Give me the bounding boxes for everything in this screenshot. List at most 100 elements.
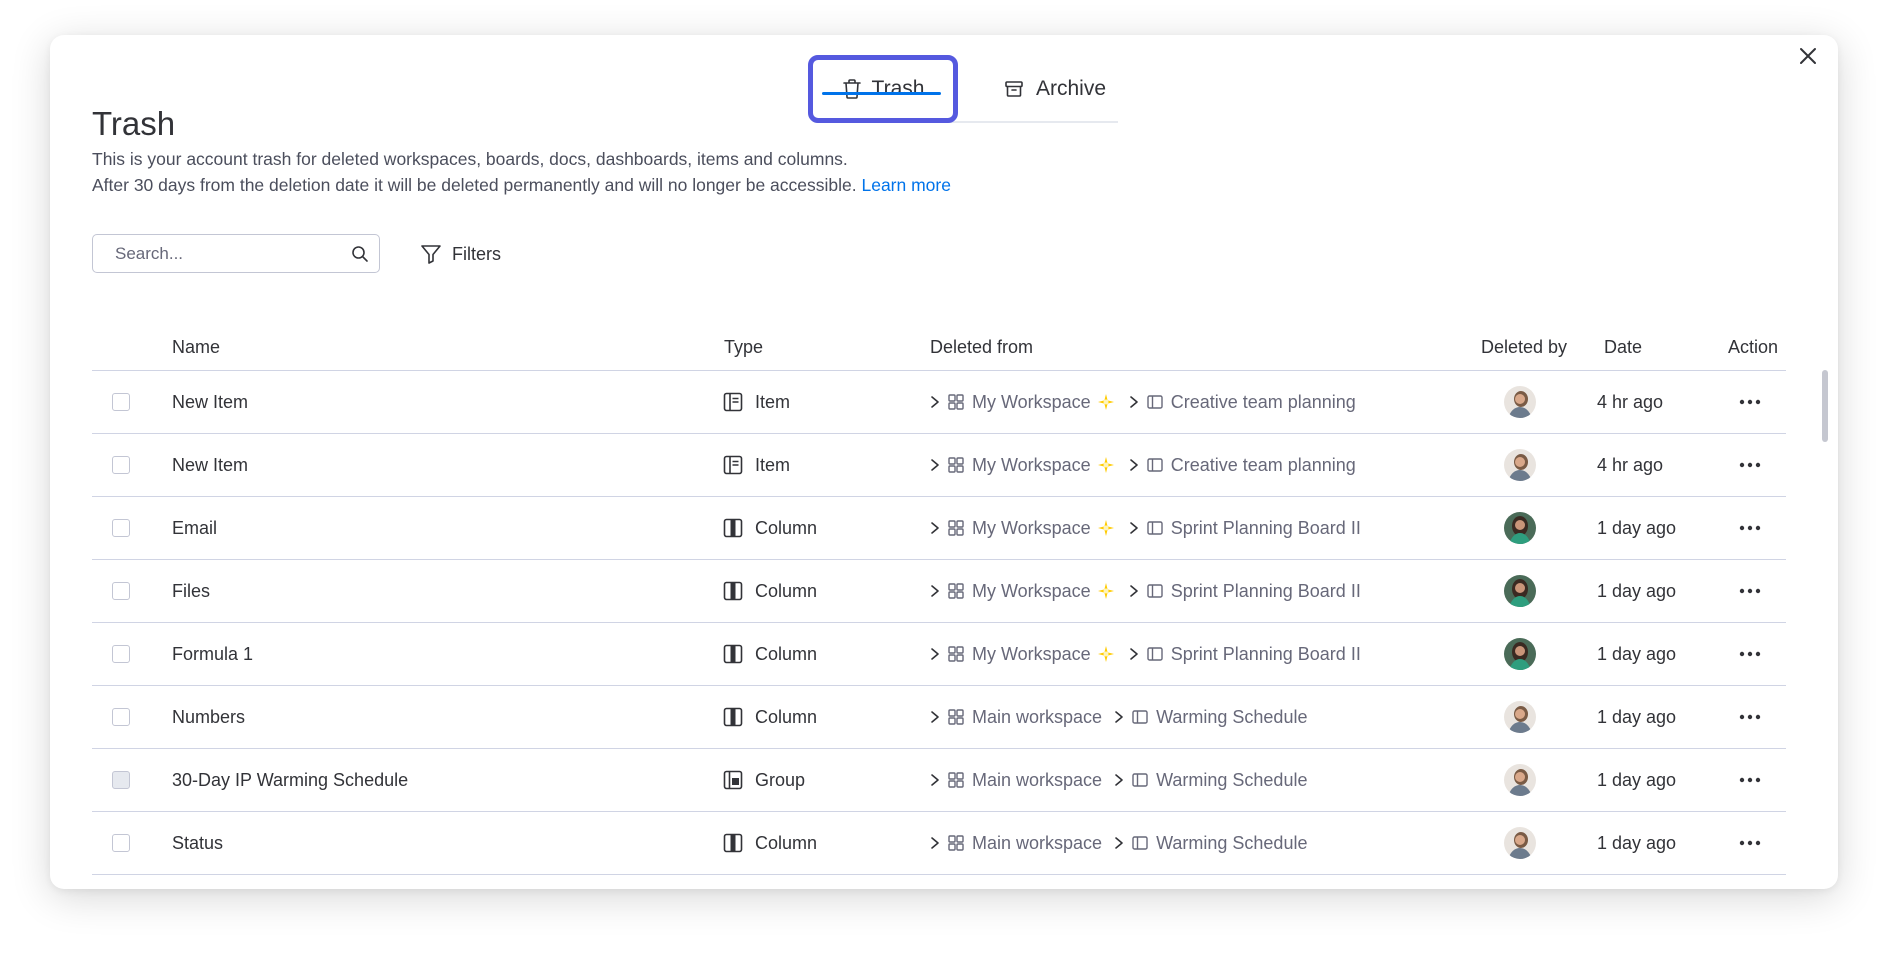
chevron-right-icon	[930, 521, 940, 535]
avatar[interactable]	[1504, 827, 1536, 859]
row-actions	[1739, 371, 1761, 433]
breadcrumb-workspace[interactable]: My Workspace	[972, 455, 1091, 476]
column-header-date[interactable]: Date	[1604, 337, 1642, 358]
more-actions-icon[interactable]	[1739, 714, 1761, 720]
table-header: Name Type Deleted from Deleted by Date A…	[92, 325, 1786, 371]
column-header-deleted-by[interactable]: Deleted by	[1481, 337, 1567, 358]
column-header-type[interactable]: Type	[724, 337, 763, 358]
breadcrumb-board[interactable]: Creative team planning	[1171, 392, 1356, 413]
avatar[interactable]	[1504, 575, 1536, 607]
item-icon	[723, 455, 743, 475]
row-date: 4 hr ago	[1597, 391, 1664, 412]
more-actions-icon[interactable]	[1739, 777, 1761, 783]
breadcrumb-board[interactable]: Warming Schedule	[1156, 770, 1307, 791]
row-type-label: Column	[755, 580, 818, 601]
row-checkbox-cell	[112, 371, 130, 433]
row-deleted-from: Main workspace Warming Schedule	[930, 749, 1307, 811]
more-actions-icon[interactable]	[1739, 588, 1761, 594]
table-row[interactable]: Numbers Column Main workspace Warming Sched…	[92, 686, 1786, 749]
chevron-right-icon	[930, 584, 940, 598]
table-row[interactable]: Formula 1 Column My Workspace Sprint Planni…	[92, 623, 1786, 686]
row-date: 1 day ago	[1597, 643, 1677, 664]
row-deleted-by	[1504, 686, 1536, 748]
tab-trash[interactable]: Trash	[808, 55, 958, 123]
row-deleted-from: My Workspace Creative team planning	[930, 434, 1356, 496]
row-name: Formula 1	[172, 643, 254, 664]
breadcrumb-board[interactable]: Warming Schedule	[1156, 707, 1307, 728]
row-checkbox[interactable]	[112, 519, 130, 537]
row-actions	[1739, 686, 1761, 748]
tab-archive[interactable]: Archive	[1004, 55, 1106, 123]
row-type-label: Column	[755, 706, 818, 727]
breadcrumb-workspace[interactable]: Main workspace	[972, 770, 1102, 791]
avatar[interactable]	[1504, 386, 1536, 418]
breadcrumb-workspace[interactable]: My Workspace	[972, 581, 1091, 602]
row-checkbox[interactable]	[112, 834, 130, 852]
row-deleted-from: My Workspace Sprint Planning Board II	[930, 497, 1361, 559]
row-checkbox[interactable]	[112, 456, 130, 474]
avatar[interactable]	[1504, 449, 1536, 481]
column-header-deleted-from[interactable]: Deleted from	[930, 337, 1033, 358]
row-type-label: Column	[755, 643, 818, 664]
search-input[interactable]	[113, 242, 351, 265]
chevron-right-icon	[1114, 773, 1124, 787]
breadcrumb-board[interactable]: Creative team planning	[1171, 455, 1356, 476]
item-icon	[723, 392, 743, 412]
breadcrumb-workspace[interactable]: My Workspace	[972, 644, 1091, 665]
table-row[interactable]: Status Column Main workspace Warming Schedu…	[92, 812, 1786, 875]
more-actions-icon[interactable]	[1739, 462, 1761, 468]
breadcrumb-workspace[interactable]: My Workspace	[972, 392, 1091, 413]
learn-more-link[interactable]: Learn more	[861, 175, 951, 195]
close-button[interactable]	[1788, 36, 1828, 76]
filters-button[interactable]: Filters	[420, 238, 501, 270]
more-actions-icon[interactable]	[1739, 399, 1761, 405]
row-deleted-from: Main workspace Warming Schedule	[930, 686, 1307, 748]
breadcrumb-board[interactable]: Sprint Planning Board II	[1171, 518, 1361, 539]
avatar[interactable]	[1504, 764, 1536, 796]
chevron-right-icon	[1129, 458, 1139, 472]
row-checkbox[interactable]	[112, 645, 130, 663]
row-type: Item	[723, 371, 790, 433]
breadcrumb-workspace[interactable]: Main workspace	[972, 707, 1102, 728]
breadcrumb-board[interactable]: Sprint Planning Board II	[1171, 644, 1361, 665]
row-type: Column	[723, 686, 817, 748]
search-icon	[352, 245, 368, 262]
column-header-name[interactable]: Name	[172, 337, 220, 358]
more-actions-icon[interactable]	[1739, 840, 1761, 846]
row-checkbox-cell	[112, 434, 130, 496]
more-actions-icon[interactable]	[1739, 525, 1761, 531]
table-row[interactable]: 30-Day IP Warming Schedule Group Main work…	[92, 749, 1786, 812]
row-deleted-from: My Workspace Sprint Planning Board II	[930, 623, 1361, 685]
row-actions	[1739, 434, 1761, 496]
row-checkbox[interactable]	[112, 771, 130, 789]
breadcrumb-board[interactable]: Warming Schedule	[1156, 833, 1307, 854]
column-icon	[723, 581, 743, 601]
chevron-right-icon	[1114, 836, 1124, 850]
row-date: 1 day ago	[1597, 769, 1677, 790]
breadcrumb-workspace[interactable]: My Workspace	[972, 518, 1091, 539]
workspace-icon	[948, 457, 964, 473]
breadcrumb-workspace[interactable]: Main workspace	[972, 833, 1102, 854]
chevron-right-icon	[930, 710, 940, 724]
more-actions-icon[interactable]	[1739, 651, 1761, 657]
trash-table: Name Type Deleted from Deleted by Date A…	[92, 325, 1786, 875]
table-row[interactable]: Email Column My Workspace Sprint Planning B…	[92, 497, 1786, 560]
table-row[interactable]: New Item Item My Workspace Creative team pl…	[92, 434, 1786, 497]
chevron-right-icon	[930, 458, 940, 472]
row-checkbox[interactable]	[112, 393, 130, 411]
table-row[interactable]: New Item Item My Workspace Creative team pl…	[92, 371, 1786, 434]
row-checkbox-cell	[112, 560, 130, 622]
row-checkbox[interactable]	[112, 708, 130, 726]
avatar[interactable]	[1504, 512, 1536, 544]
avatar[interactable]	[1504, 638, 1536, 670]
row-checkbox[interactable]	[112, 582, 130, 600]
table-scrollbar[interactable]	[1822, 370, 1828, 442]
avatar[interactable]	[1504, 701, 1536, 733]
breadcrumb-board[interactable]: Sprint Planning Board II	[1171, 581, 1361, 602]
board-icon	[1147, 394, 1163, 410]
row-actions	[1739, 560, 1761, 622]
chevron-right-icon	[1129, 647, 1139, 661]
row-deleted-from: My Workspace Creative team planning	[930, 371, 1356, 433]
chevron-right-icon	[1129, 395, 1139, 409]
table-row[interactable]: Files Column My Workspace Sprint Planning B…	[92, 560, 1786, 623]
